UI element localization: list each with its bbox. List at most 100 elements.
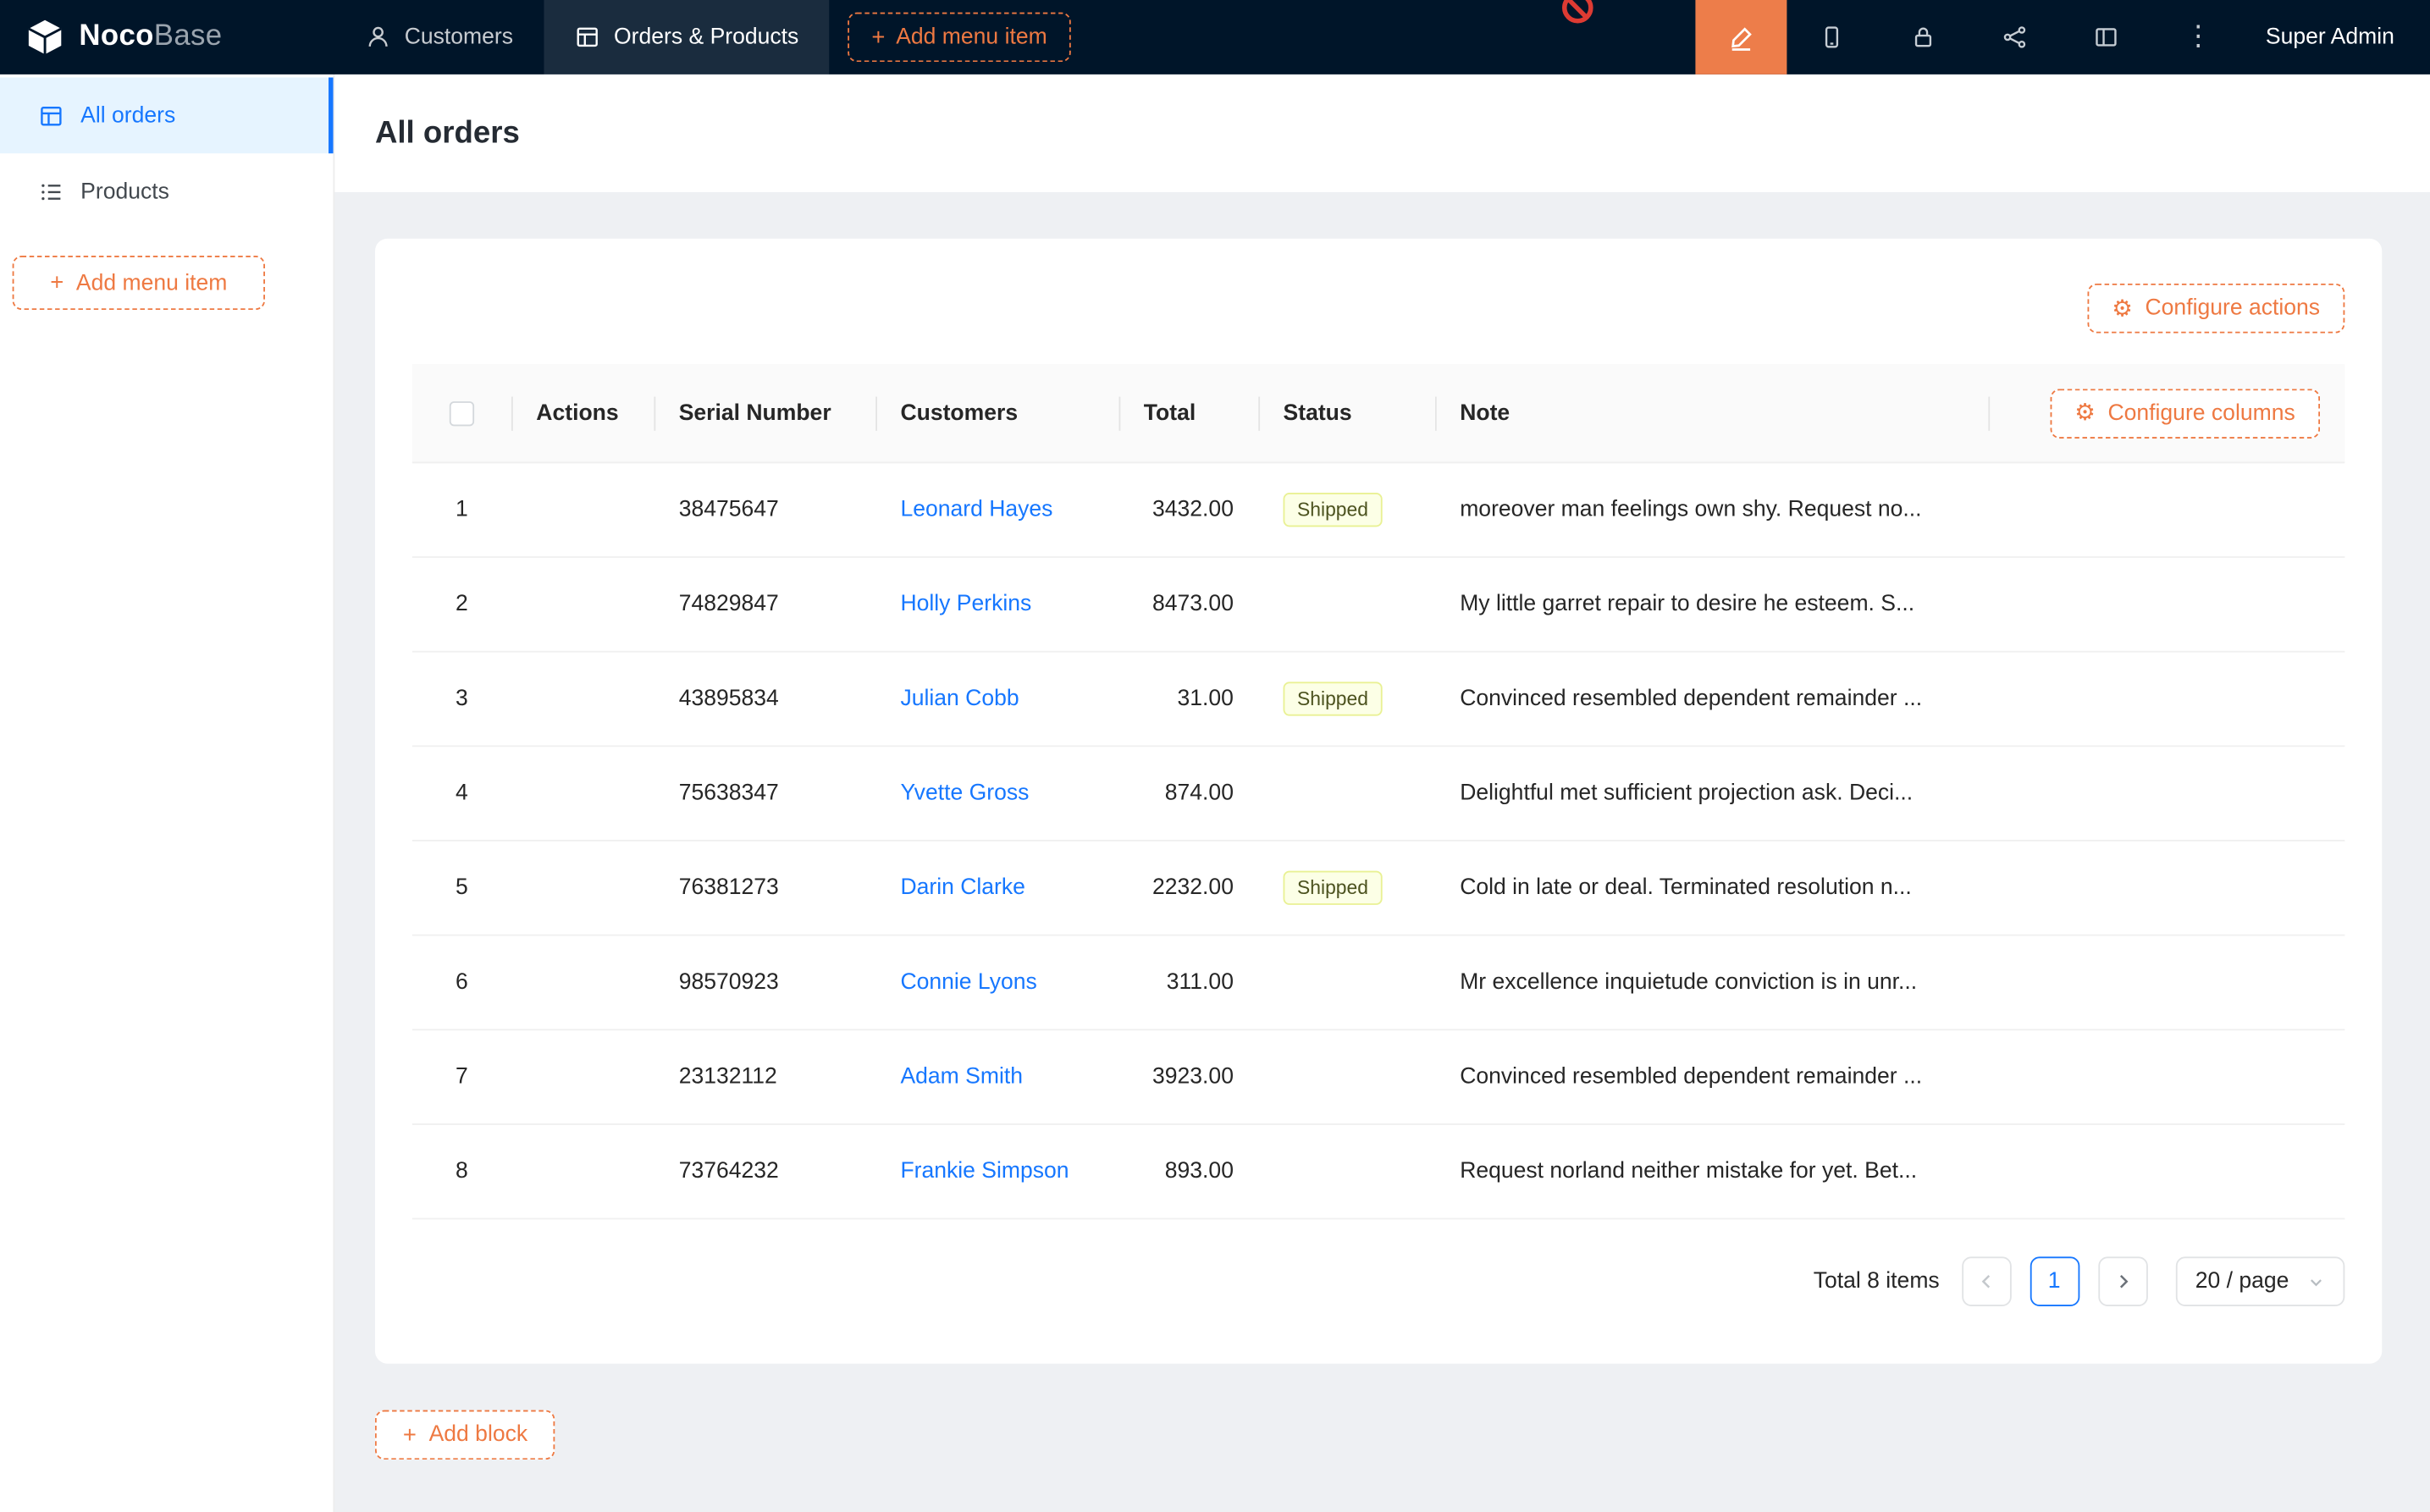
cell-total: 8473.00 bbox=[1119, 592, 1259, 616]
logo-text: NocoBase bbox=[79, 20, 222, 54]
top-menu-item-customers[interactable]: Customers bbox=[334, 0, 544, 74]
customer-link[interactable]: Leonard Hayes bbox=[900, 498, 1052, 522]
table-row[interactable]: 2 74829847 Holly Perkins 8473.00 My litt… bbox=[412, 558, 2344, 653]
highlighter-icon bbox=[1728, 24, 1754, 50]
cell-total: 31.00 bbox=[1119, 687, 1259, 711]
configure-actions-button[interactable]: ⚙ Configure actions bbox=[2087, 284, 2344, 334]
list-icon bbox=[39, 179, 64, 203]
cell-total: 874.00 bbox=[1119, 781, 1259, 806]
nocobase-logo-icon bbox=[25, 17, 65, 58]
table-row[interactable]: 1 38475647 Leonard Hayes 3432.00 Shipped… bbox=[412, 463, 2344, 558]
main-layout: All orders Products + Add menu item bbox=[0, 74, 2430, 1512]
cell-status: Shipped bbox=[1258, 493, 1435, 527]
row-index: 1 bbox=[412, 498, 511, 522]
orders-icon bbox=[39, 103, 64, 128]
table-row[interactable]: 8 73764232 Frankie Simpson 893.00 Reques… bbox=[412, 1125, 2344, 1220]
layout-button[interactable] bbox=[2061, 0, 2152, 74]
table-row[interactable]: 4 75638347 Yvette Gross 874.00 Delightfu… bbox=[412, 747, 2344, 842]
app-root: NocoBase Customers O bbox=[0, 0, 2430, 1512]
page-size-select[interactable]: 20 / page bbox=[2175, 1256, 2344, 1306]
ui-editor-button[interactable] bbox=[1695, 0, 1787, 74]
top-menu-item-label: Customers bbox=[405, 25, 513, 49]
select-all-checkbox[interactable] bbox=[450, 400, 474, 425]
cell-customer: Frankie Simpson bbox=[875, 1159, 1118, 1184]
status-tag: Shipped bbox=[1284, 871, 1383, 905]
table-row[interactable]: 5 76381273 Darin Clarke 2232.00 Shipped … bbox=[412, 842, 2344, 936]
customer-link[interactable]: Yvette Gross bbox=[900, 781, 1029, 806]
cell-status: Shipped bbox=[1258, 682, 1435, 715]
page-header: All orders bbox=[334, 74, 2430, 192]
customer-link[interactable]: Frankie Simpson bbox=[900, 1159, 1069, 1184]
sidebar-item-all-orders[interactable]: All orders bbox=[0, 78, 334, 154]
table-header-row: Actions Serial Number Customers Total St… bbox=[412, 364, 2344, 463]
header-actions: Actions bbox=[511, 364, 654, 461]
table-row[interactable]: 6 98570923 Connie Lyons 311.00 Mr excell… bbox=[412, 936, 2344, 1031]
cell-note: My little garret repair to desire he est… bbox=[1435, 592, 1988, 616]
cell-serial-number: 73764232 bbox=[654, 1159, 875, 1184]
cell-note: Convinced resembled dependent remainder … bbox=[1435, 1064, 1988, 1089]
cell-serial-number: 23132112 bbox=[654, 1064, 875, 1089]
cell-customer: Yvette Gross bbox=[875, 781, 1118, 806]
table-row[interactable]: 7 23132112 Adam Smith 3923.00 Convinced … bbox=[412, 1030, 2344, 1125]
cell-customer: Holly Perkins bbox=[875, 592, 1118, 616]
plus-icon: + bbox=[871, 25, 885, 48]
sidebar-add-menu-item-button[interactable]: + Add menu item bbox=[13, 256, 265, 310]
pagination-next-button[interactable] bbox=[2097, 1256, 2147, 1306]
row-index: 7 bbox=[412, 1064, 511, 1089]
table-row[interactable]: 3 43895834 Julian Cobb 31.00 Shipped Con… bbox=[412, 653, 2344, 748]
nocobase-logo[interactable]: NocoBase bbox=[0, 0, 334, 74]
api-button[interactable] bbox=[1969, 0, 2061, 74]
customer-link[interactable]: Darin Clarke bbox=[900, 875, 1025, 900]
customer-link[interactable]: Connie Lyons bbox=[900, 970, 1036, 995]
customer-link[interactable]: Adam Smith bbox=[900, 1064, 1023, 1089]
mobile-button[interactable] bbox=[1787, 0, 1878, 74]
cell-customer: Darin Clarke bbox=[875, 875, 1118, 900]
cell-serial-number: 74829847 bbox=[654, 592, 875, 616]
cell-total: 3432.00 bbox=[1119, 498, 1259, 522]
mobile-icon bbox=[1820, 25, 1845, 49]
plus-icon: + bbox=[50, 271, 64, 294]
plus-icon: + bbox=[403, 1423, 417, 1446]
user-menu[interactable]: Super Admin bbox=[2244, 0, 2430, 74]
table-toolbar: ⚙ Configure actions bbox=[412, 276, 2344, 364]
customer-link[interactable]: Julian Cobb bbox=[900, 687, 1019, 711]
navbar-add-menu-item-button[interactable]: + Add menu item bbox=[848, 13, 1070, 63]
chevron-left-icon bbox=[1977, 1272, 1996, 1291]
user-icon bbox=[366, 25, 390, 49]
cell-customer: Julian Cobb bbox=[875, 687, 1118, 711]
api-icon bbox=[2003, 25, 2028, 49]
top-menu-item-label: Orders & Products bbox=[614, 25, 798, 49]
cell-note: Convinced resembled dependent remainder … bbox=[1435, 687, 1988, 711]
cell-total: 3923.00 bbox=[1119, 1064, 1259, 1089]
pagination-page-1[interactable]: 1 bbox=[2030, 1256, 2079, 1306]
row-index: 2 bbox=[412, 592, 511, 616]
header-select bbox=[412, 364, 511, 461]
row-index: 3 bbox=[412, 687, 511, 711]
cell-total: 893.00 bbox=[1119, 1159, 1259, 1184]
cell-total: 311.00 bbox=[1119, 970, 1259, 995]
cell-serial-number: 43895834 bbox=[654, 687, 875, 711]
more-button[interactable]: ⋮ bbox=[2152, 0, 2244, 74]
cell-note: Cold in late or deal. Terminated resolut… bbox=[1435, 875, 1988, 900]
layout-icon bbox=[2095, 25, 2119, 49]
configure-columns-button[interactable]: ⚙ Configure columns bbox=[2050, 389, 2320, 439]
pagination-total: Total 8 items bbox=[1814, 1269, 1940, 1294]
lock-button[interactable] bbox=[1878, 0, 1969, 74]
table-icon bbox=[575, 25, 599, 49]
pagination-prev-button[interactable] bbox=[1961, 1256, 2011, 1306]
sidebar-item-products[interactable]: Products bbox=[0, 153, 334, 229]
row-index: 5 bbox=[412, 875, 511, 900]
pagination: Total 8 items 1 bbox=[412, 1219, 2344, 1306]
customer-link[interactable]: Holly Perkins bbox=[900, 592, 1031, 616]
add-block-button[interactable]: + Add block bbox=[375, 1410, 555, 1460]
top-menu-item-orders-products[interactable]: Orders & Products bbox=[544, 0, 830, 74]
gear-icon: ⚙ bbox=[2074, 401, 2096, 424]
header-status: Status bbox=[1258, 364, 1435, 461]
top-navbar: NocoBase Customers O bbox=[0, 0, 2430, 74]
cell-customer: Leonard Hayes bbox=[875, 498, 1118, 522]
cell-serial-number: 98570923 bbox=[654, 970, 875, 995]
blocked-cursor-icon bbox=[1562, 0, 1593, 23]
row-index: 6 bbox=[412, 970, 511, 995]
status-tag: Shipped bbox=[1284, 493, 1383, 527]
cell-note: Delightful met sufficient projection ask… bbox=[1435, 781, 1988, 806]
